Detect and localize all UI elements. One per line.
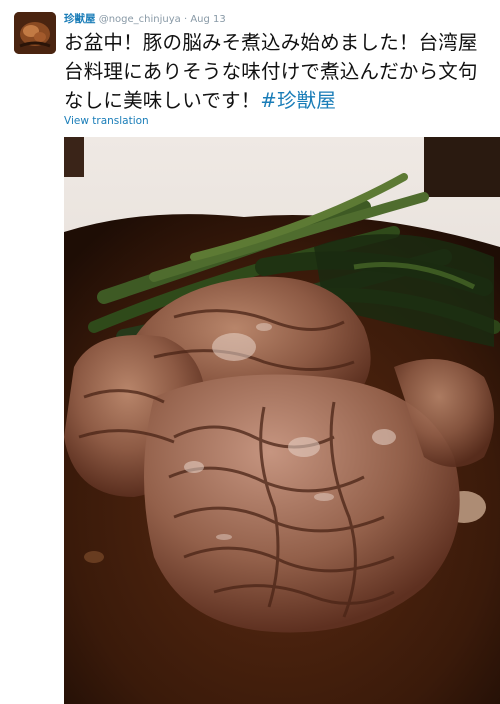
display-name[interactable]: 珍獣屋 bbox=[64, 13, 96, 25]
tweet-header: 珍獣屋 @noge_chinjuya · Aug 13 bbox=[64, 12, 226, 27]
user-handle[interactable]: @noge_chinjuya bbox=[99, 14, 181, 25]
tweet-date[interactable]: Aug 13 bbox=[190, 14, 225, 25]
separator-dot: · bbox=[183, 14, 188, 25]
hashtag-link[interactable]: #珍獣屋 bbox=[260, 89, 336, 112]
tweet-photo[interactable] bbox=[64, 137, 500, 704]
profile-avatar[interactable] bbox=[14, 12, 56, 54]
braised-pork-brain-photo bbox=[64, 137, 500, 704]
view-translation-link[interactable]: View translation bbox=[64, 115, 149, 127]
tweet-text: お盆中！豚の脳みそ煮込み始めました！台湾屋台料理にありそうな味付けで煮込んだから… bbox=[64, 28, 494, 115]
restaurant-logo-icon bbox=[14, 12, 56, 54]
tweet-card: 珍獣屋 @noge_chinjuya · Aug 13 お盆中！豚の脳みそ煮込み… bbox=[0, 0, 500, 704]
